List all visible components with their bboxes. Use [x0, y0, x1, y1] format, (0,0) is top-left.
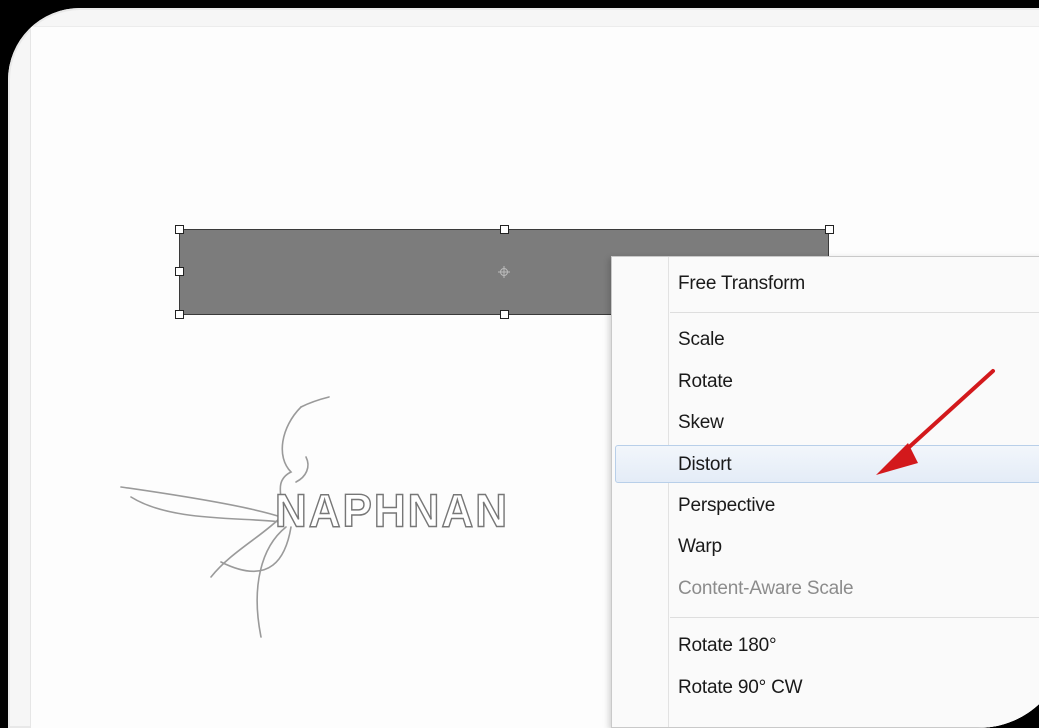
- reference-point-icon[interactable]: [498, 266, 510, 278]
- menu-item-perspective[interactable]: Perspective: [612, 487, 1039, 525]
- menu-item-free-transform[interactable]: Free Transform: [612, 265, 1039, 303]
- menu-item-content-aware-scale: Content-Aware Scale: [678, 578, 854, 599]
- transform-handle-top-center[interactable]: [500, 225, 509, 234]
- transform-handle-middle-left[interactable]: [175, 267, 184, 276]
- transform-handle-top-right[interactable]: [825, 225, 834, 234]
- menu-separator: [670, 312, 1039, 313]
- menu-separator: [670, 617, 1039, 618]
- menu-item-warp[interactable]: Warp: [612, 528, 1039, 566]
- transform-handle-bottom-center[interactable]: [500, 310, 509, 319]
- watermark-text: NAPHNAN: [274, 485, 509, 538]
- menu-item-rotate-180[interactable]: Rotate 180°: [612, 627, 1039, 665]
- transform-handle-top-left[interactable]: [175, 225, 184, 234]
- annotation-arrow-icon: [876, 369, 995, 475]
- context-menu: Free Transform Scale Rotate Skew Distort…: [611, 256, 1039, 728]
- screenshot-frame: NAPHNAN Free Transform Scale Rotate Skew…: [8, 8, 1039, 728]
- menu-item-scale[interactable]: Scale: [612, 321, 1039, 359]
- menu-item-rotate-90-cw[interactable]: Rotate 90° CW: [612, 669, 1039, 707]
- transform-handle-bottom-left[interactable]: [175, 310, 184, 319]
